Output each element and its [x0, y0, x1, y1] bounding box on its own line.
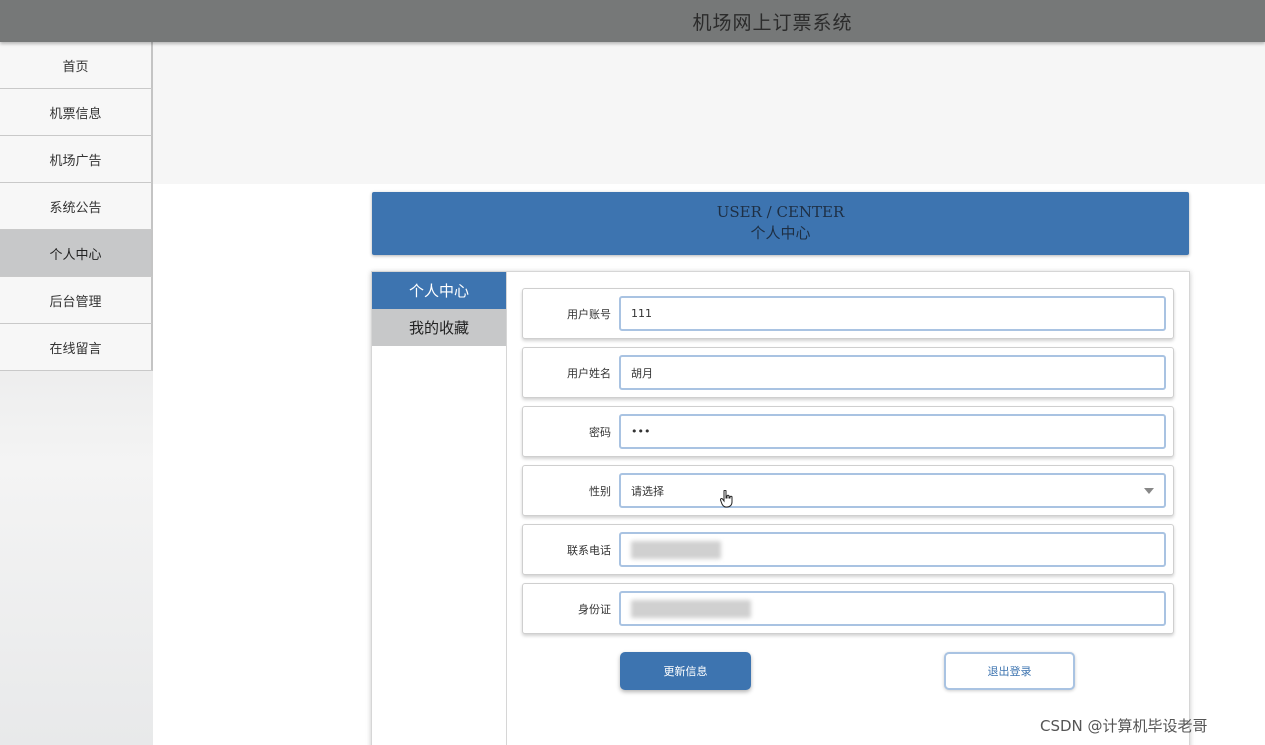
page-title-cn: 个人中心 — [750, 224, 811, 242]
banner-area — [153, 42, 1265, 184]
top-header: 机场网上订票系统 — [0, 0, 1265, 42]
page-title-en: USER / CENTER — [716, 203, 845, 221]
hand-pointer-icon — [720, 490, 733, 508]
sidebar-item-admin[interactable]: 后台管理 — [0, 277, 153, 324]
sidebar-item-ads[interactable]: 机场广告 — [0, 136, 153, 183]
form-row-idcard: 身份证 — [522, 583, 1174, 634]
gender-select[interactable]: 请选择 — [619, 473, 1166, 508]
idcard-label: 身份证 — [578, 602, 611, 616]
sidebar-item-notices[interactable]: 系统公告 — [0, 183, 153, 230]
name-label: 用户姓名 — [567, 366, 611, 380]
phone-label: 联系电话 — [567, 543, 611, 557]
sidebar-item-messages[interactable]: 在线留言 — [0, 324, 153, 371]
sidebar-item-tickets[interactable]: 机票信息 — [0, 89, 153, 136]
account-label: 用户账号 — [567, 307, 611, 321]
profile-form: 用户账号 111 用户姓名 胡月 密码 ••• 性别 请选择 联系电话 身份证 — [522, 288, 1174, 642]
app-window: 机场网上订票系统 首页 机票信息 机场广告 系统公告 个人中心 后台管理 在线留… — [0, 0, 1265, 745]
account-input[interactable]: 111 — [619, 296, 1166, 331]
form-actions: 更新信息 退出登录 — [620, 652, 1080, 692]
sidebar-item-user-center[interactable]: 个人中心 — [0, 230, 153, 277]
chevron-down-icon — [1144, 488, 1154, 494]
form-row-password: 密码 ••• — [522, 406, 1174, 457]
form-row-account: 用户账号 111 — [522, 288, 1174, 339]
tab-favorites[interactable]: 我的收藏 — [372, 309, 506, 346]
password-input[interactable]: ••• — [619, 414, 1166, 449]
sidebar-item-home[interactable]: 首页 — [0, 42, 153, 89]
phone-input[interactable] — [619, 532, 1166, 567]
panel-tabs: 个人中心 我的收藏 — [372, 272, 507, 745]
watermark-text: CSDN @计算机毕设老哥 — [1040, 717, 1208, 735]
password-label: 密码 — [589, 425, 611, 439]
update-info-button[interactable]: 更新信息 — [620, 652, 751, 690]
name-input[interactable]: 胡月 — [619, 355, 1166, 390]
tab-user-center[interactable]: 个人中心 — [372, 272, 506, 309]
form-row-gender: 性别 请选择 — [522, 465, 1174, 516]
sidebar: 首页 机票信息 机场广告 系统公告 个人中心 后台管理 在线留言 — [0, 42, 153, 745]
logout-button[interactable]: 退出登录 — [944, 652, 1075, 690]
form-row-name: 用户姓名 胡月 — [522, 347, 1174, 398]
idcard-input[interactable] — [619, 591, 1166, 626]
user-center-panel: 个人中心 我的收藏 用户账号 111 用户姓名 胡月 密码 ••• 性别 请选择 — [371, 271, 1190, 745]
site-title: 机场网上订票系统 — [692, 11, 853, 34]
gender-label: 性别 — [589, 484, 611, 498]
gender-select-value: 请选择 — [631, 484, 664, 498]
redacted-value — [631, 540, 721, 559]
redacted-value — [631, 599, 751, 618]
page-title-bar: USER / CENTER 个人中心 — [372, 192, 1189, 255]
form-row-phone: 联系电话 — [522, 524, 1174, 575]
